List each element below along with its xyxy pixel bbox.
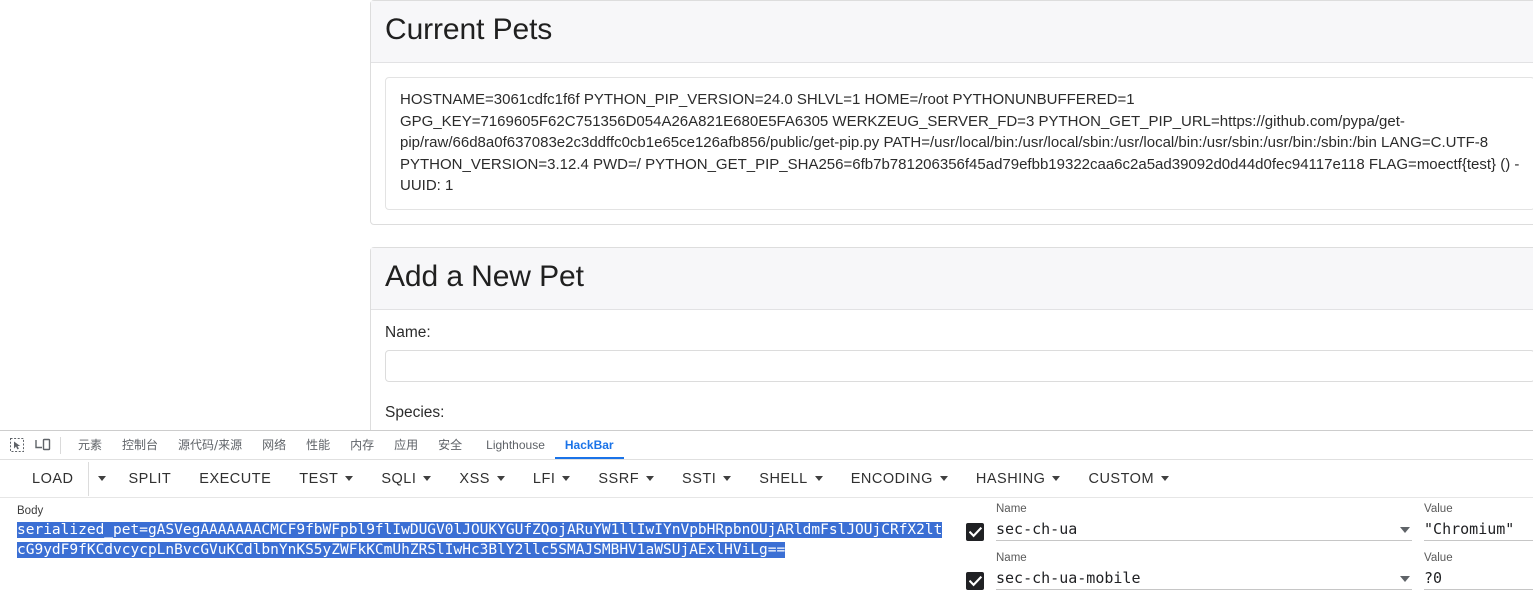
hackbar-btn-xss[interactable]: XSS — [445, 462, 519, 496]
chevron-down-icon[interactable] — [1400, 576, 1411, 582]
checkmark-icon — [968, 526, 982, 537]
hackbar-btn-load[interactable]: LOAD — [18, 462, 88, 496]
hackbar-btn-label: SSTI — [682, 470, 717, 487]
current-pets-card: Current Pets HOSTNAME=3061cdfc1f6f PYTHO… — [370, 0, 1533, 225]
chevron-down-icon — [646, 476, 655, 481]
chevron-down-icon[interactable] — [1400, 527, 1411, 533]
devtools-tab-5[interactable]: 内存 — [340, 431, 384, 459]
header-name-field: Name sec-ch-ua — [996, 502, 1413, 541]
chevron-down-icon — [814, 476, 823, 481]
header-name-input[interactable]: sec-ch-ua-mobile — [996, 567, 1413, 590]
hackbar-btn-label: HASHING — [975, 470, 1046, 487]
devtools-tab-4[interactable]: 性能 — [296, 431, 340, 459]
chevron-down-icon — [496, 476, 505, 481]
devtools-tab-9[interactable]: HackBar — [555, 431, 624, 459]
add-new-pet-title: Add a New Pet — [385, 259, 584, 293]
header-value-label: Value — [1424, 503, 1453, 515]
page-title: Current Pets — [385, 13, 553, 46]
hackbar-btn-label: LFI — [532, 470, 556, 487]
header-name-label: Name — [996, 552, 1027, 564]
body-label: Body — [17, 505, 44, 517]
body-textarea[interactable]: serialized_pet=gASVegAAAAAAACMCF9fbWFpbl… — [17, 520, 947, 560]
device-toolbar-icon[interactable] — [30, 433, 56, 457]
hackbar-btn-custom[interactable]: CUSTOM — [1074, 462, 1183, 496]
hackbar-btn-label: TEST — [299, 470, 339, 487]
chevron-down-icon — [423, 476, 432, 481]
pet-name-input[interactable] — [385, 349, 1533, 382]
devtools-tab-1[interactable]: 控制台 — [112, 431, 168, 459]
hackbar-btn-ssti[interactable]: SSTI — [668, 462, 745, 496]
header-value-field: Value "Chromium" — [1424, 502, 1533, 541]
devtools-tabbar: 元素 控制台 源代码/来源 网络 性能 内存 应用 安全 Lighthouse HackBar — [0, 431, 1533, 460]
header-name-field: Name sec-ch-ua-mobile — [996, 551, 1413, 590]
checkmark-icon — [968, 575, 982, 586]
add-new-pet-card-header: Add a New Pet — [371, 247, 1533, 310]
page-content-column: Current Pets HOSTNAME=3061cdfc1f6f PYTHO… — [370, 0, 1533, 430]
hackbar-btn-split[interactable]: SPLIT — [115, 462, 186, 496]
devtools-tab-7[interactable]: 安全 — [428, 431, 472, 459]
add-new-pet-card: Add a New Pet Name: Species: — [370, 246, 1533, 431]
devtools-panel: 元素 控制台 源代码/来源 网络 性能 内存 应用 安全 Lighthouse HackBar L… — [0, 430, 1533, 601]
devtools-tab-6[interactable]: 应用 — [384, 431, 428, 459]
hackbar-body-section: Body serialized_pet=gASVegAAAAAAACMCF9fb… — [0, 498, 960, 601]
hackbar-btn-encoding[interactable]: ENCODING — [837, 462, 962, 496]
chevron-down-icon — [562, 476, 571, 481]
hackbar-main: Body serialized_pet=gASVegAAAAAAACMCF9fb… — [0, 498, 1533, 601]
header-value-input[interactable]: "Chromium" — [1424, 518, 1533, 541]
chevron-down-icon — [723, 476, 732, 481]
hackbar-btn-label: LOAD — [32, 470, 74, 487]
browser-page-viewport: Current Pets HOSTNAME=3061cdfc1f6f PYTHO… — [0, 0, 1533, 430]
hackbar-btn-label: SPLIT — [128, 470, 172, 487]
chevron-down-icon — [939, 476, 948, 481]
devtools-tab-0[interactable]: 元素 — [68, 431, 112, 459]
hackbar-btn-hashing[interactable]: HASHING — [962, 462, 1075, 496]
hackbar-btn-label: SHELL — [759, 470, 808, 487]
hackbar-toolbar: LOAD SPLIT EXECUTE TEST SQLI XSS LFI SSRF SSTI SH… — [0, 460, 1533, 498]
hackbar-btn-label: EXECUTE — [199, 470, 272, 487]
devtools-tab-3[interactable]: 网络 — [252, 431, 296, 459]
header-name-input[interactable]: sec-ch-ua — [996, 518, 1413, 541]
pet-env-output: HOSTNAME=3061cdfc1f6f PYTHON_PIP_VERSION… — [385, 77, 1533, 210]
chevron-down-icon — [1052, 476, 1061, 481]
devtools-tab-8[interactable]: Lighthouse — [476, 431, 555, 459]
hackbar-btn-label: SQLI — [381, 470, 417, 487]
chevron-down-icon — [345, 476, 354, 481]
add-new-pet-form: Name: Species: — [371, 310, 1533, 431]
pet-species-label: Species: — [385, 403, 445, 421]
header-enabled-checkbox[interactable] — [966, 572, 984, 590]
devtools-tab-list: 元素 控制台 源代码/来源 网络 性能 内存 应用 安全 Lighthouse HackBar — [68, 431, 624, 459]
pet-name-label: Name: — [385, 323, 431, 341]
chevron-down-icon — [1161, 476, 1170, 481]
tabbar-divider — [60, 436, 61, 454]
hackbar-btn-ssrf[interactable]: SSRF — [584, 462, 668, 496]
header-value-field: Value ?0 — [1424, 551, 1533, 590]
header-value-input[interactable]: ?0 — [1424, 567, 1533, 590]
body-value-text: serialized_pet=gASVegAAAAAAACMCF9fbWFpbl… — [17, 522, 943, 558]
hackbar-btn-test[interactable]: TEST — [285, 462, 367, 496]
hackbar-btn-execute[interactable]: EXECUTE — [185, 462, 285, 496]
devtools-tab-2[interactable]: 源代码/来源 — [168, 431, 252, 459]
hackbar-btn-lfi[interactable]: LFI — [519, 462, 584, 496]
inspect-element-icon[interactable] — [4, 433, 30, 457]
hackbar-load-dropdown-toggle[interactable] — [87, 461, 115, 496]
hackbar-btn-label: SSRF — [598, 470, 640, 487]
current-pets-card-header: Current Pets — [371, 1, 1533, 63]
current-pets-card-body: HOSTNAME=3061cdfc1f6f PYTHON_PIP_VERSION… — [371, 63, 1533, 224]
header-value-label: Value — [1424, 552, 1453, 564]
header-name-label: Name — [996, 503, 1027, 515]
hackbar-btn-shell[interactable]: SHELL — [745, 462, 836, 496]
hackbar-btn-label: CUSTOM — [1088, 470, 1155, 487]
hackbar-headers-section: Name sec-ch-ua Value "Chromium" Name sec-ch-u… — [960, 498, 1533, 601]
chevron-down-icon — [97, 476, 106, 481]
header-enabled-checkbox[interactable] — [966, 523, 984, 541]
hackbar-btn-sqli[interactable]: SQLI — [367, 462, 445, 496]
hackbar-btn-label: XSS — [459, 470, 490, 487]
header-row: Name sec-ch-ua Value "Chromium" — [960, 502, 1533, 551]
header-row: Name sec-ch-ua-mobile Value ?0 — [960, 551, 1533, 600]
hackbar-btn-label: ENCODING — [850, 470, 933, 487]
